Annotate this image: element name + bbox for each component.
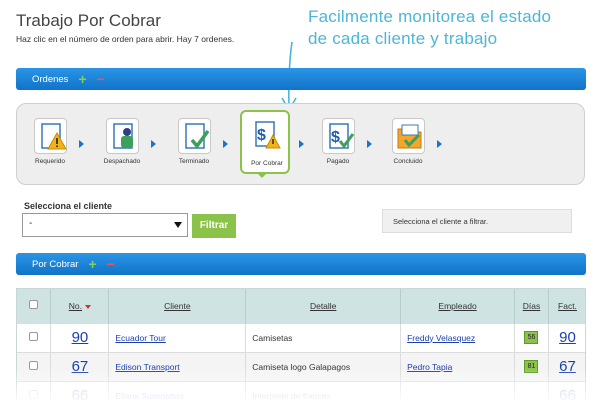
- sort-desc-icon: [85, 304, 92, 309]
- promo-callout: Facilmente monitorea el estado de cada c…: [308, 6, 551, 50]
- check-document-icon: [178, 118, 211, 154]
- invoice-number-link[interactable]: 67: [559, 358, 576, 375]
- column-header-no[interactable]: No.: [50, 289, 110, 323]
- step-arrow-icon: [299, 140, 304, 148]
- page-subtitle: Haz clic en el número de orden para abri…: [16, 34, 235, 44]
- orders-table: No. Cliente Detalle Empleado Días Fact. …: [16, 288, 586, 400]
- page-title: Trabajo Por Cobrar: [16, 11, 161, 30]
- order-number-link[interactable]: 67: [72, 358, 89, 375]
- client-link[interactable]: Eliana Suasnabas: [115, 391, 184, 400]
- promo-line-1: Facilmente monitorea el estado: [308, 7, 552, 26]
- dispatched-document-icon: [106, 118, 139, 154]
- money-warning-document-icon: $: [250, 118, 283, 154]
- step-arrow-icon: [223, 140, 228, 148]
- client-select[interactable]: -: [22, 213, 188, 237]
- select-all-header[interactable]: [17, 289, 52, 323]
- step-label: Concluido: [393, 158, 423, 165]
- step-pagado[interactable]: $ Pagado: [315, 116, 361, 172]
- step-label: Pagado: [326, 158, 350, 165]
- step-terminado[interactable]: Terminado: [171, 116, 217, 172]
- employee-link[interactable]: Freddy Velasquez: [407, 333, 475, 343]
- column-header-cliente[interactable]: Cliente: [108, 289, 247, 323]
- table-row: 66 Eliana Suasnabas Interprete de france…: [17, 380, 585, 400]
- detail-text: Camiseta logo Galapagos: [252, 361, 351, 372]
- table-row: 90 Ecuador Tour Camisetas Freddy Velasqu…: [17, 322, 585, 352]
- money-check-document-icon: $: [322, 118, 355, 154]
- folder-check-icon: [392, 118, 425, 154]
- step-por-cobrar[interactable]: $ Por Cobrar: [240, 110, 290, 174]
- employee-link[interactable]: Pedro Tapia: [407, 362, 452, 372]
- orders-remove-button[interactable]: −: [97, 72, 105, 86]
- table-row: 67 Edison Transport Camiseta logo Galapa…: [17, 351, 585, 381]
- column-header-fact[interactable]: Fact.: [548, 289, 585, 323]
- order-number-link[interactable]: 90: [72, 329, 89, 346]
- detail-text: Interprete de frances: [252, 390, 331, 400]
- client-filter-label: Selecciona el cliente: [24, 201, 113, 211]
- days-badge: 81: [524, 360, 539, 373]
- svg-text:$: $: [331, 129, 340, 146]
- svg-text:$: $: [257, 127, 266, 144]
- por-cobrar-add-button[interactable]: +: [88, 257, 96, 271]
- days-badge: 56: [524, 331, 539, 344]
- chevron-down-icon: [174, 222, 182, 228]
- workflow-steps: Requerido Despachado Terminado $ Por Cob…: [16, 103, 585, 185]
- select-all-checkbox[interactable]: [29, 300, 39, 310]
- filter-button[interactable]: Filtrar: [192, 214, 236, 238]
- step-label: Requerido: [35, 158, 65, 165]
- step-requerido[interactable]: Requerido: [27, 116, 73, 172]
- row-checkbox[interactable]: [29, 361, 39, 370]
- row-checkbox[interactable]: [29, 390, 39, 400]
- step-arrow-icon: [367, 140, 372, 148]
- column-header-empleado[interactable]: Empleado: [400, 289, 515, 323]
- warning-document-icon: [34, 118, 67, 154]
- step-label: Despachado: [103, 158, 141, 165]
- invoice-number-link[interactable]: 66: [559, 387, 576, 400]
- table-header-row: No. Cliente Detalle Empleado Días Fact.: [17, 289, 585, 323]
- filter-hint: Selecciona el cliente a filtrar.: [382, 209, 572, 233]
- client-link[interactable]: Ecuador Tour: [115, 333, 165, 343]
- step-label: Terminado: [178, 158, 210, 165]
- row-checkbox[interactable]: [29, 332, 39, 341]
- column-header-detalle[interactable]: Detalle: [245, 289, 402, 323]
- step-arrow-icon: [151, 140, 156, 148]
- promo-line-2: de cada cliente y trabajo: [308, 29, 498, 48]
- por-cobrar-remove-button[interactable]: −: [107, 257, 115, 271]
- client-select-value: -: [29, 218, 33, 229]
- column-header-dias[interactable]: Días: [514, 289, 549, 323]
- detail-text: Camisetas: [252, 332, 293, 343]
- step-arrow-icon: [437, 140, 442, 148]
- invoice-number-link[interactable]: 90: [559, 329, 576, 346]
- step-despachado[interactable]: Despachado: [99, 116, 145, 172]
- orders-add-button[interactable]: +: [78, 72, 86, 86]
- step-arrow-icon: [79, 140, 84, 148]
- step-concluido[interactable]: Concluido: [385, 116, 431, 172]
- step-label: Por Cobrar: [251, 160, 283, 167]
- orders-section-title: Ordenes: [32, 73, 69, 85]
- client-link[interactable]: Edison Transport: [115, 362, 179, 372]
- por-cobrar-section-bar: Por Cobrar + −: [16, 253, 586, 275]
- order-number-link[interactable]: 66: [72, 387, 89, 400]
- active-step-pointer: [256, 172, 268, 178]
- orders-section-bar: Ordenes + −: [16, 68, 586, 90]
- por-cobrar-section-title: Por Cobrar: [32, 258, 79, 270]
